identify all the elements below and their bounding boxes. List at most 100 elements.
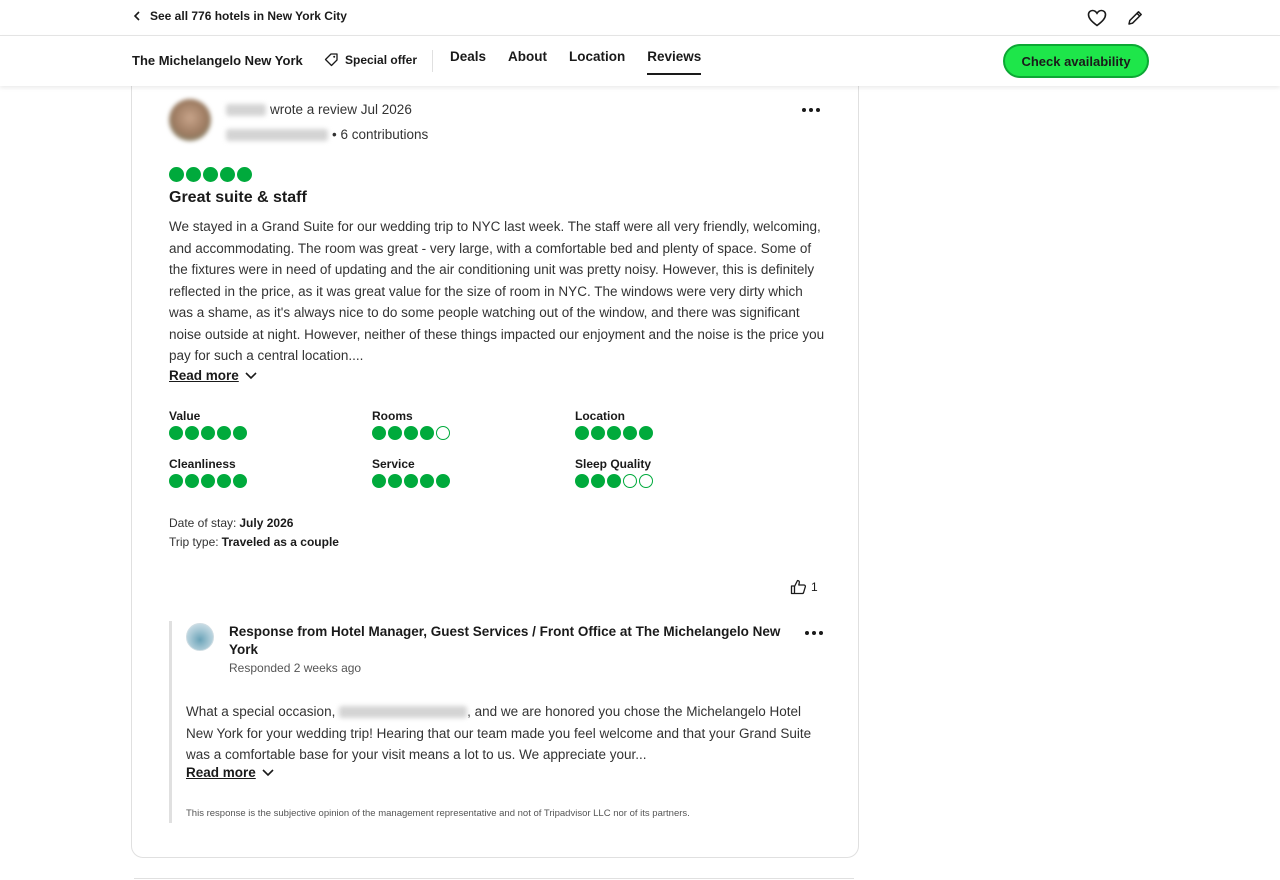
rating-bubble-filled	[404, 426, 418, 440]
rating-bubble-filled	[201, 426, 215, 440]
hotel-name: The Michelangelo New York	[132, 53, 303, 68]
rating-bubble-filled	[623, 426, 637, 440]
sub-rating-bubbles	[575, 426, 778, 440]
back-link-label: See all 776 hotels in New York City	[150, 9, 347, 23]
review-more-options-icon[interactable]	[802, 105, 824, 115]
rating-bubble-empty	[639, 474, 653, 488]
rating-bubble-filled	[372, 474, 386, 488]
sub-rating-label: Service	[372, 457, 415, 471]
rating-bubble-filled	[169, 167, 184, 182]
rating-bubble-filled	[169, 474, 183, 488]
tab-about[interactable]: About	[508, 49, 547, 75]
sub-rating-bubbles	[372, 474, 575, 488]
tab-location[interactable]: Location	[569, 49, 625, 75]
sub-rating-cleanliness: Cleanliness	[169, 457, 372, 488]
back-to-hotels-link[interactable]: See all 776 hotels in New York City	[132, 9, 347, 23]
rating-bubble-filled	[237, 167, 252, 182]
reviewer-contributions-line: • 6 contributions	[226, 127, 428, 142]
tab-reviews[interactable]: Reviews	[647, 49, 702, 75]
trip-type-label: Trip type:	[169, 535, 219, 549]
review-author-line: wrote a review Jul 2026	[226, 102, 412, 117]
nav-tabs: Deals About Location Reviews	[450, 49, 702, 75]
rating-bubble-filled	[639, 426, 653, 440]
helpful-count: 1	[811, 580, 818, 594]
response-more-options-icon[interactable]	[805, 628, 827, 638]
reviewer-name-blurred[interactable]	[226, 103, 266, 116]
response-date: Responded 2 weeks ago	[229, 661, 362, 675]
rating-bubble-filled	[201, 474, 215, 488]
rating-bubble-empty	[436, 426, 450, 440]
rating-bubble-filled	[217, 426, 231, 440]
tag-icon	[324, 53, 338, 67]
read-more-label: Read more	[186, 765, 256, 780]
special-offer-link[interactable]: Special offer	[324, 52, 417, 67]
read-more-label: Read more	[169, 368, 239, 383]
reviewer-location-blurred	[226, 128, 328, 141]
response-disclaimer: This response is the subjective opinion …	[186, 808, 690, 819]
review-card: wrote a review Jul 2026 • 6 contribution…	[131, 60, 859, 858]
review-read-more-button[interactable]: Read more	[169, 368, 257, 383]
rating-bubble-filled	[185, 426, 199, 440]
sub-rating-service: Service	[372, 457, 575, 488]
date-of-stay: Date of stay: July 2026	[169, 516, 293, 530]
trip-type-value: Traveled as a couple	[221, 535, 339, 549]
response-title: Response from Hotel Manager, Guest Servi…	[229, 624, 781, 657]
next-review-divider	[134, 878, 854, 879]
sub-rating-bubbles	[169, 474, 372, 488]
rating-bubble-filled	[420, 474, 434, 488]
rating-bubble-filled	[372, 426, 386, 440]
response-text-start: What a special occasion,	[186, 704, 336, 719]
nav-divider	[432, 50, 433, 72]
rating-bubble-filled	[203, 167, 218, 182]
reviewer-contributions: • 6 contributions	[332, 127, 429, 142]
management-response: Response from Hotel Manager, Guest Servi…	[169, 621, 825, 823]
overall-rating	[169, 167, 252, 182]
rating-bubble-filled	[233, 474, 247, 488]
sub-rating-label: Cleanliness	[169, 457, 236, 471]
rating-bubble-filled	[220, 167, 235, 182]
pencil-icon[interactable]	[1124, 7, 1146, 29]
sub-rating-value: Value	[169, 409, 372, 440]
rating-bubble-filled	[186, 167, 201, 182]
rating-bubble-filled	[436, 474, 450, 488]
response-body: What a special occasion, , and we are ho…	[186, 701, 818, 766]
top-actions	[1086, 7, 1146, 29]
rating-bubble-filled	[591, 426, 605, 440]
chevron-down-icon	[262, 768, 274, 776]
sub-rating-bubbles	[169, 426, 372, 440]
reviewer-avatar[interactable]	[169, 99, 211, 141]
review-body: We stayed in a Grand Suite for our weddi…	[169, 219, 825, 363]
special-offer-label: Special offer	[345, 52, 418, 67]
sub-rating-location: Location	[575, 409, 778, 440]
manager-avatar	[186, 623, 214, 651]
rating-bubble-filled	[388, 426, 402, 440]
top-bar: See all 776 hotels in New York City	[0, 0, 1280, 36]
sub-rating-label: Location	[575, 409, 625, 423]
date-of-stay-value: July 2026	[239, 516, 294, 530]
response-read-more-button[interactable]: Read more	[186, 765, 274, 780]
thumbs-up-icon	[790, 579, 807, 595]
tab-deals[interactable]: Deals	[450, 49, 486, 75]
rating-bubble-filled	[404, 474, 418, 488]
rating-bubble-filled	[607, 474, 621, 488]
sub-rating-bubbles	[372, 426, 575, 440]
sub-rating-label: Rooms	[372, 409, 413, 423]
rating-bubble-filled	[233, 426, 247, 440]
reviewer-name-blurred	[339, 706, 468, 719]
rating-bubble-filled	[607, 426, 621, 440]
sub-rating-label: Value	[169, 409, 201, 423]
rating-bubble-filled	[217, 474, 231, 488]
check-availability-button[interactable]: Check availability	[1003, 44, 1149, 78]
hotel-nav-bar: The Michelangelo New York Special offer …	[0, 36, 1280, 86]
sub-ratings: Value Rooms Location Cleanliness Service…	[169, 409, 779, 488]
helpful-vote-button[interactable]: 1	[790, 579, 818, 595]
rating-bubble-filled	[575, 474, 589, 488]
review-wrote-text: wrote a review Jul 2026	[270, 102, 412, 117]
sub-rating-sleep-quality: Sleep Quality	[575, 457, 778, 488]
sub-rating-bubbles	[575, 474, 778, 488]
rating-bubble-filled	[420, 426, 434, 440]
review-title[interactable]: Great suite & staff	[169, 189, 307, 207]
sub-rating-label: Sleep Quality	[575, 457, 652, 471]
rating-bubble-empty	[623, 474, 637, 488]
heart-icon[interactable]	[1086, 7, 1108, 29]
